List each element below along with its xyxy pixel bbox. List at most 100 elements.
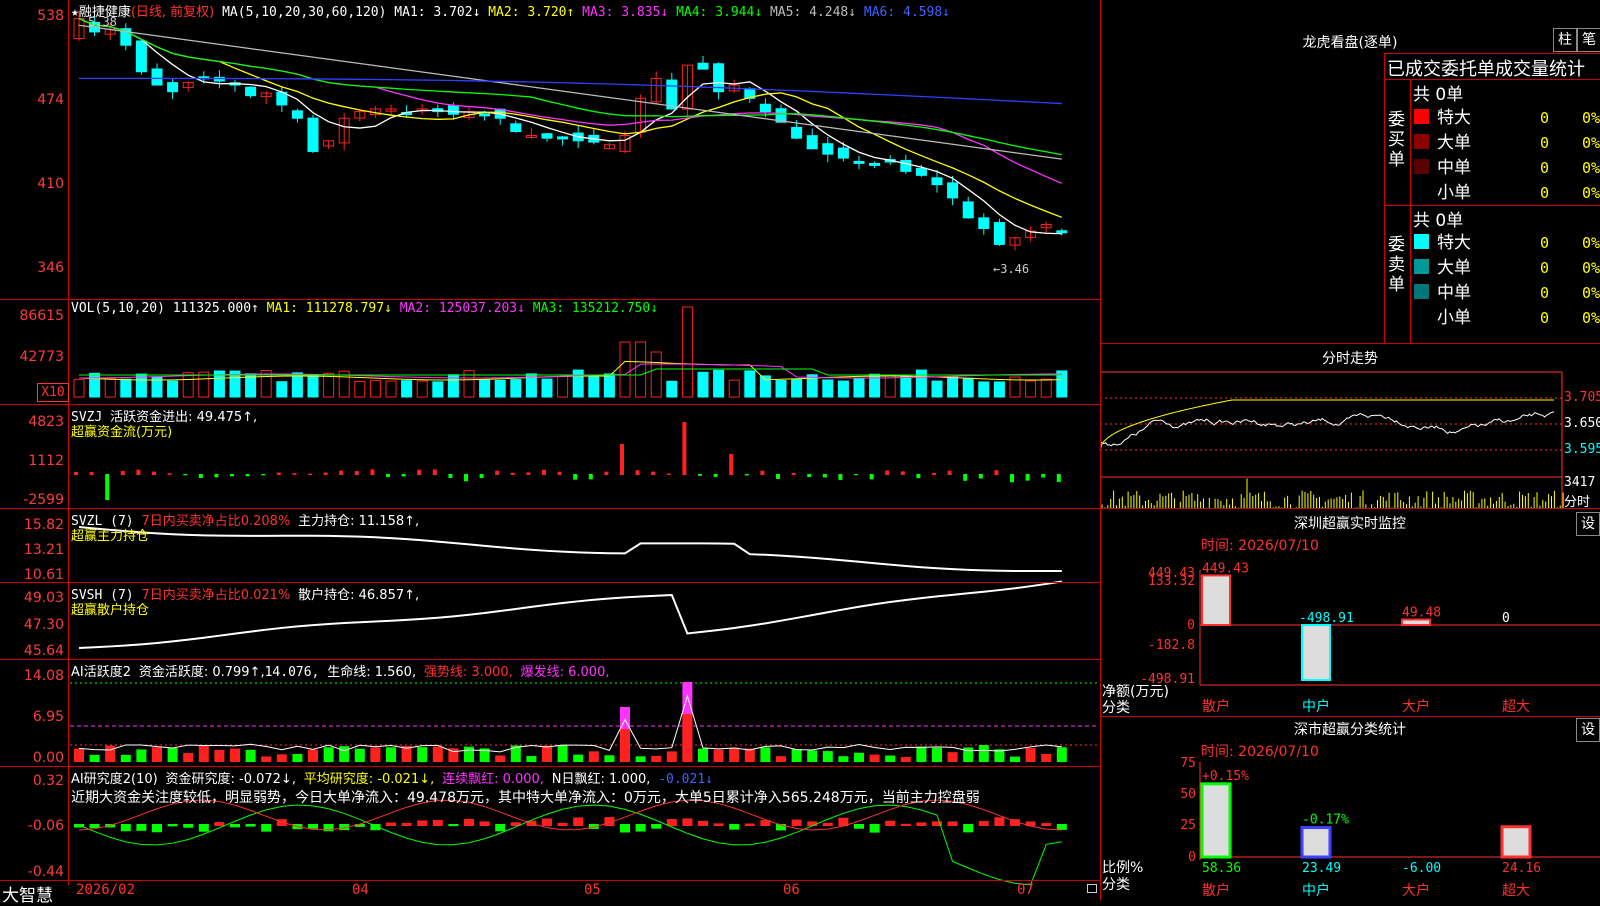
ai-research-bar (557, 822, 568, 826)
ai-active-bar (651, 755, 662, 762)
ai-active-bar (198, 745, 209, 762)
lock-icon[interactable] (1087, 884, 1097, 893)
class-category: 散户 (1202, 882, 1230, 899)
ai-research-bar (1041, 823, 1052, 826)
candle (510, 123, 522, 133)
buy-side-char: 买 (1388, 130, 1405, 150)
monitor-category: 中户 (1302, 698, 1330, 715)
ai-research-bar (900, 823, 911, 826)
candle (931, 177, 943, 186)
vol-bar (198, 371, 210, 398)
vol-bar (541, 378, 553, 398)
sz-class-y-tick: 75 (1180, 756, 1196, 771)
period-label[interactable]: (日线, 前复权) (131, 5, 214, 20)
sz-monitor-y-tick: 133.32 (1148, 574, 1195, 589)
divider (1384, 53, 1385, 343)
ai-research-bar (994, 817, 1005, 826)
candle (697, 62, 709, 70)
ma5-line (78, 24, 1062, 160)
candle (947, 182, 959, 199)
class-bar-label: 24.16 (1502, 861, 1541, 876)
svzj-bar (1025, 474, 1030, 481)
candle (447, 105, 459, 115)
ai-active-y-tick: 0.00 (32, 750, 64, 766)
pen-mode-button[interactable]: 笔 (1577, 28, 1600, 52)
ai-active-bar (526, 756, 537, 762)
buy-row-volume: 0 (1540, 159, 1549, 177)
sz-class-y-tick: 25 (1180, 818, 1196, 833)
monitor-bar-label: 0 (1502, 611, 1510, 626)
chart-canvas[interactable]: 特大 0 0% 大单 0 0% 中单 0 0% 小单 0 0% 特大 0 0% 大单 0 0% 中单 0 0% 小单 0 0%… (0, 0, 1600, 900)
sz-monitor-y-tick: 0 (1187, 618, 1195, 633)
vol-bar (432, 381, 444, 398)
svzj-bar (557, 471, 562, 475)
longhu-header: 已成交委托单成交量统计 (1387, 59, 1585, 80)
svzj-bar (978, 474, 983, 479)
ai-active-header: AI活跃度2 资金活跃度: 0.799↑,14.076, 生命线: 1.560,… (71, 661, 610, 680)
sell-row-color-swatch (1414, 259, 1429, 274)
svzj-bar (276, 472, 281, 475)
monitor-bar-label: 49.48 (1402, 606, 1441, 621)
ai-active-bar (932, 747, 942, 762)
sz-monitor-xlabel: 分类 (1102, 700, 1130, 716)
ai-research-bar (120, 824, 131, 832)
sell-row-volume: 0 (1540, 234, 1549, 252)
buy-row-color-swatch (1414, 159, 1429, 174)
vol-bar (120, 378, 132, 398)
vol-unit-badge[interactable]: X10 (37, 383, 69, 402)
svzj-bar (604, 471, 609, 475)
ai-active-bar (370, 747, 381, 762)
longhu-title: 龙虎看盘(逐单) (1302, 35, 1398, 51)
ai-active-bar (776, 756, 786, 762)
ma6-value: MA6: 4.598↓ (863, 5, 950, 20)
vol-value: 111325.000↑ (172, 301, 259, 316)
ai-active-bar (354, 748, 365, 762)
svzj-bar (869, 474, 874, 480)
vol-bar (588, 376, 600, 398)
svzj-bar (526, 472, 531, 475)
sz-class-xlabel: 分类 (1102, 877, 1130, 893)
ai-strong-line: 强势线: 3.000, (423, 665, 513, 680)
svzj-bar (323, 472, 328, 475)
monitor-category: 大户 (1402, 698, 1430, 715)
svsh-subtitle: 超赢散户持仓 (71, 603, 150, 618)
buy-row-volume: 0 (1540, 109, 1549, 127)
buy-side-char: 单 (1388, 150, 1405, 170)
vol-bar (853, 378, 865, 398)
buy-row-label: 中单 (1437, 158, 1471, 178)
vol-bar (89, 372, 101, 398)
ai-research-y-tick: -0.06 (27, 818, 64, 834)
ai-research-bar (791, 819, 802, 826)
bar-mode-button[interactable]: 柱 (1553, 28, 1577, 52)
svzj-bar (838, 474, 843, 480)
svzj-bar (152, 471, 156, 475)
ma1-value: MA1: 3.702↓ (394, 5, 481, 20)
candle (541, 133, 553, 139)
settings-button[interactable]: 设 (1576, 718, 1600, 742)
class-bar (1500, 825, 1532, 859)
svzj-bar (651, 471, 656, 475)
divider (1100, 508, 1600, 509)
svzj-bar (776, 474, 780, 479)
favorite-star-icon[interactable]: ★ (71, 5, 79, 20)
ai-research-bar (744, 823, 755, 826)
svzj-bar (417, 469, 422, 475)
ai-research-bar (136, 824, 147, 831)
svzj-bar (588, 474, 593, 480)
candle (167, 82, 179, 93)
vol-bar (619, 341, 631, 398)
ai-research-bar (464, 818, 474, 826)
svsh-y-tick: 45.64 (23, 643, 64, 659)
buy-row-label: 大单 (1437, 133, 1471, 153)
ai-active-bar (869, 754, 880, 762)
intraday-price-line (1099, 411, 1555, 447)
class-change-label: +0.15% (1202, 769, 1249, 784)
svzj-bar (105, 474, 110, 500)
vol-bar (697, 371, 709, 398)
ai-active-bar (838, 756, 849, 762)
vol-bar (1040, 378, 1052, 398)
ai-research-avg: 平均研究度: -0.021↓, (303, 772, 435, 787)
settings-button[interactable]: 设 (1576, 512, 1600, 536)
ai-active-bar (276, 754, 287, 762)
sz-class-title: 深市超赢分类统计 (1294, 722, 1406, 738)
